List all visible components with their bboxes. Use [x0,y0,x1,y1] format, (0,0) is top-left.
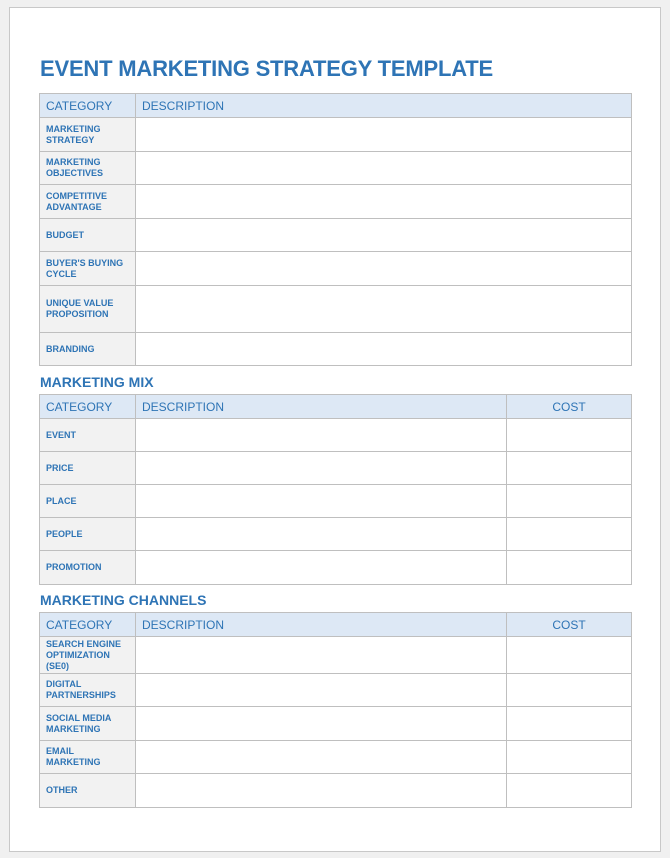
description-cell[interactable] [135,418,507,452]
table-row: MARKETING STRATEGY [39,117,632,152]
cost-cell[interactable] [506,773,632,808]
column-header-description: DESCRIPTION [135,93,632,118]
column-header-description: DESCRIPTION [135,612,507,637]
cost-cell[interactable] [506,451,632,485]
description-cell[interactable] [135,517,507,551]
table-row: UNIQUE VALUE PROPOSITION [39,285,632,333]
table-row: COMPETITIVE ADVANTAGE [39,184,632,219]
table-row: PEOPLE [39,517,632,551]
table-row: EVENT [39,418,632,452]
column-header-cost: COST [506,394,632,419]
table-header-row: CATEGORY DESCRIPTION [39,93,632,118]
category-cell: MARKETING OBJECTIVES [39,151,136,185]
table-header-row: CATEGORY DESCRIPTION COST [39,612,632,637]
table-row: BUYER'S BUYING CYCLE [39,251,632,286]
table-row: PLACE [39,484,632,518]
category-cell: OTHER [39,773,136,808]
description-cell[interactable] [135,451,507,485]
category-cell: EVENT [39,418,136,452]
cost-cell[interactable] [506,673,632,707]
category-cell: SOCIAL MEDIA MARKETING [39,706,136,741]
table-row: PRICE [39,451,632,485]
cost-cell[interactable] [506,706,632,741]
category-cell: BRANDING [39,332,136,366]
description-cell[interactable] [135,151,632,185]
category-cell: COMPETITIVE ADVANTAGE [39,184,136,219]
category-cell: MARKETING STRATEGY [39,117,136,152]
category-cell: BUYER'S BUYING CYCLE [39,251,136,286]
table-header-row: CATEGORY DESCRIPTION COST [39,394,632,419]
category-cell: DIGITAL PARTNERSHIPS [39,673,136,707]
description-cell[interactable] [135,332,632,366]
column-header-category: CATEGORY [39,394,136,419]
description-cell[interactable] [135,773,507,808]
cost-cell[interactable] [506,517,632,551]
table-row: SOCIAL MEDIA MARKETING [39,706,632,741]
page-title: EVENT MARKETING STRATEGY TEMPLATE [40,56,493,81]
category-cell: BUDGET [39,218,136,252]
cost-cell[interactable] [506,636,632,674]
category-cell: SEARCH ENGINE OPTIMIZATION (SE0) [39,636,136,674]
column-header-category: CATEGORY [39,612,136,637]
description-cell[interactable] [135,636,507,674]
table-row: EMAIL MARKETING [39,740,632,774]
table-row: BUDGET [39,218,632,252]
category-cell: PLACE [39,484,136,518]
cost-cell[interactable] [506,418,632,452]
table-row: OTHER [39,773,632,808]
description-cell[interactable] [135,706,507,741]
description-cell[interactable] [135,184,632,219]
cost-cell[interactable] [506,740,632,774]
table-row: DIGITAL PARTNERSHIPS [39,673,632,707]
category-cell: PEOPLE [39,517,136,551]
category-cell: PRICE [39,451,136,485]
description-cell[interactable] [135,550,507,585]
table-row: MARKETING OBJECTIVES [39,151,632,185]
table-row: BRANDING [39,332,632,366]
category-cell: EMAIL MARKETING [39,740,136,774]
section-title-marketing-mix: MARKETING MIX [40,374,154,390]
section-title-marketing-channels: MARKETING CHANNELS [40,592,207,608]
description-cell[interactable] [135,740,507,774]
table-row: SEARCH ENGINE OPTIMIZATION (SE0) [39,636,632,674]
description-cell[interactable] [135,285,632,333]
column-header-cost: COST [506,612,632,637]
description-cell[interactable] [135,251,632,286]
description-cell[interactable] [135,484,507,518]
category-cell: PROMOTION [39,550,136,585]
marketing-channels-table: CATEGORY DESCRIPTION COST SEARCH ENGINE … [39,612,632,808]
column-header-category: CATEGORY [39,93,136,118]
cost-cell[interactable] [506,550,632,585]
description-cell[interactable] [135,117,632,152]
category-cell: UNIQUE VALUE PROPOSITION [39,285,136,333]
column-header-description: DESCRIPTION [135,394,507,419]
table-row: PROMOTION [39,550,632,585]
description-cell[interactable] [135,218,632,252]
cost-cell[interactable] [506,484,632,518]
description-cell[interactable] [135,673,507,707]
marketing-mix-table: CATEGORY DESCRIPTION COST EVENT PRICE PL… [39,394,632,585]
strategy-table: CATEGORY DESCRIPTION MARKETING STRATEGY … [39,93,632,366]
